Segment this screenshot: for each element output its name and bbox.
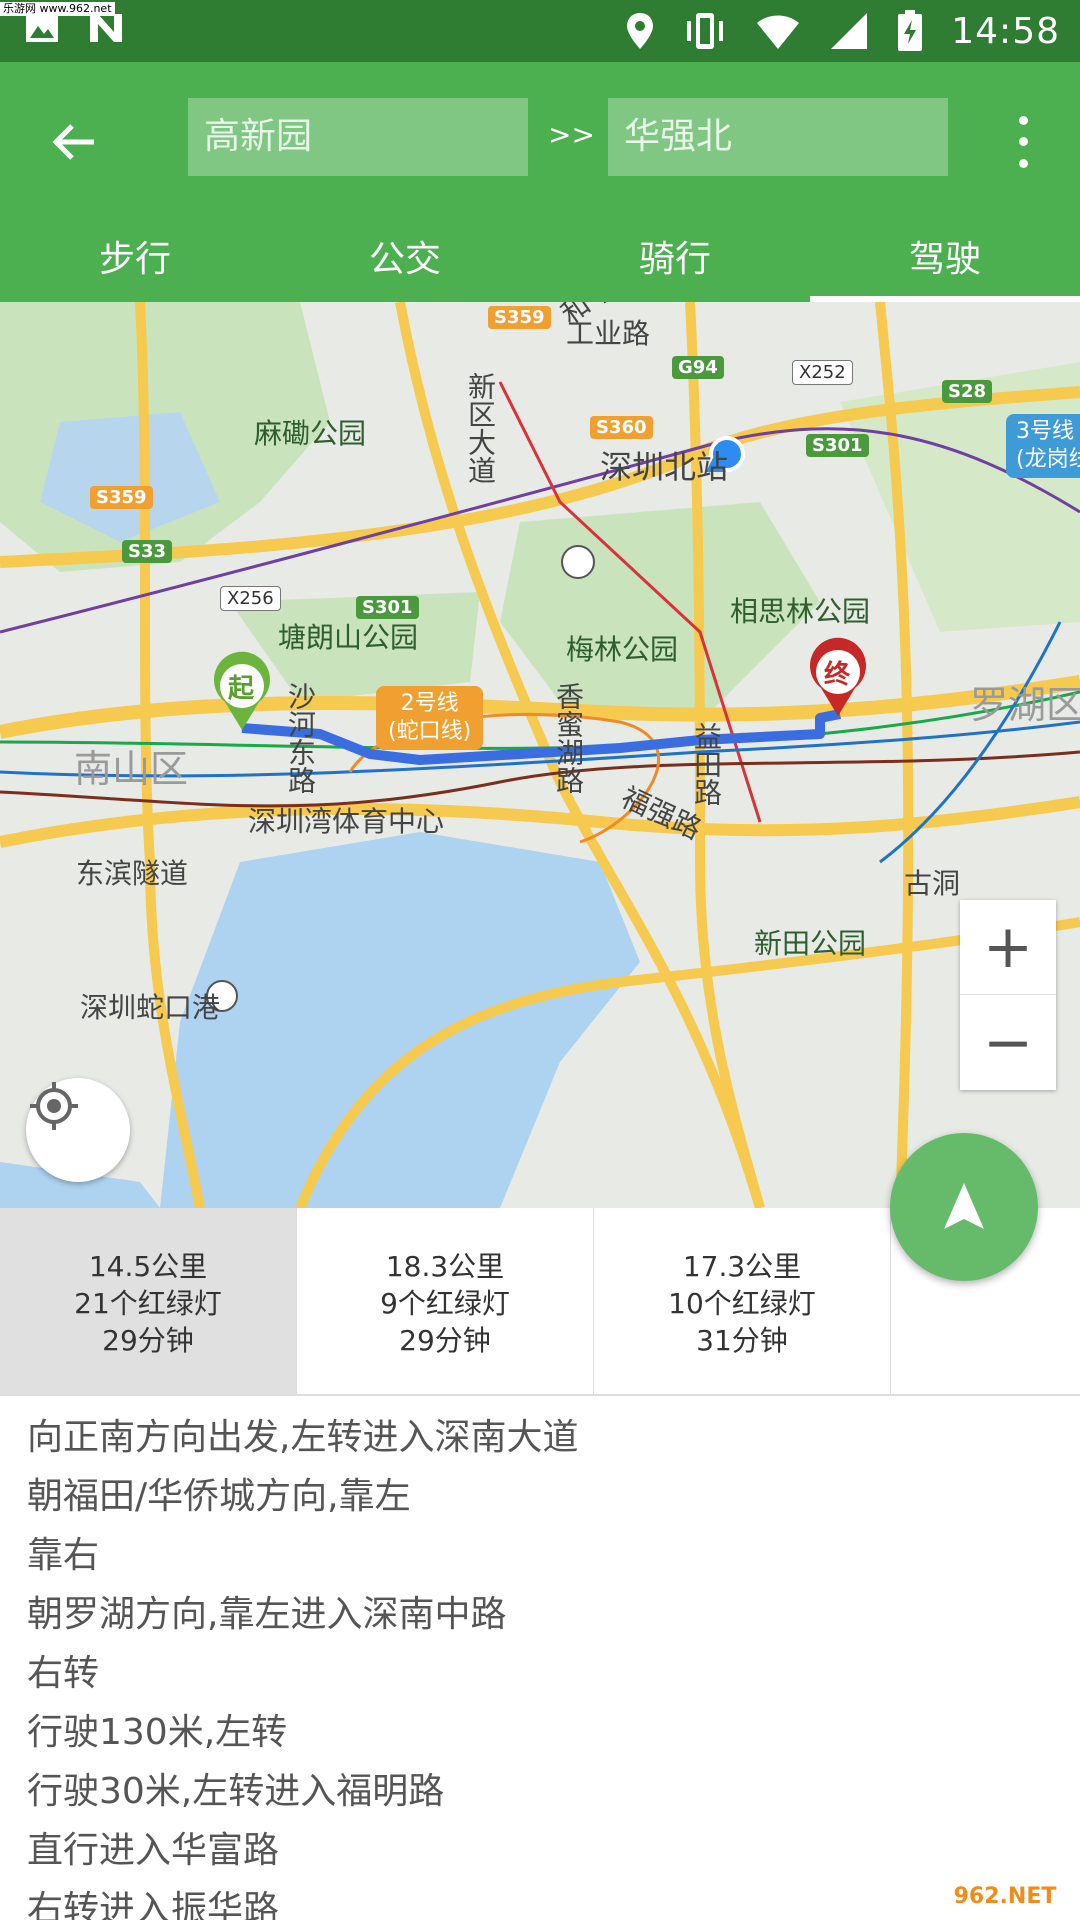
shield-x252: X252 bbox=[792, 360, 853, 385]
image-icon bbox=[26, 14, 58, 42]
back-arrow-icon bbox=[52, 124, 94, 160]
shield-s360: S360 bbox=[590, 416, 653, 439]
start-navigation-button[interactable] bbox=[890, 1133, 1038, 1281]
dot-icon bbox=[1018, 137, 1028, 147]
tab-drive[interactable]: 驾驶 bbox=[810, 228, 1080, 302]
shield-s301a: S301 bbox=[806, 434, 869, 457]
shield-g94: G94 bbox=[672, 356, 724, 379]
my-location-button[interactable] bbox=[26, 1078, 130, 1182]
route-lights: 9个红绿灯 bbox=[380, 1287, 510, 1320]
direction-step: 直行进入华富路 bbox=[27, 1830, 280, 1871]
route-time: 31分钟 bbox=[696, 1324, 788, 1357]
n-icon bbox=[90, 14, 122, 42]
vibrate-icon bbox=[687, 13, 724, 49]
road-xiangmi-lake: 香蜜湖路 bbox=[552, 682, 585, 794]
destination-input[interactable]: 华强北 bbox=[608, 98, 948, 176]
metro-line3-label: 3号线 (龙岗线) bbox=[1006, 414, 1080, 478]
poi-meilin-park[interactable]: 梅林公园 bbox=[566, 628, 678, 668]
direction-step: 朝福田/华侨城方向,靠左 bbox=[27, 1476, 411, 1517]
navigation-arrow-icon bbox=[944, 1183, 984, 1229]
poi-tanglangshan-park[interactable]: 塘朗山公园 bbox=[278, 616, 418, 656]
poi-bay-stadium[interactable]: 深圳湾体育中心 bbox=[248, 800, 444, 840]
tab-bus[interactable]: 公交 bbox=[270, 228, 540, 302]
shield-s33: S33 bbox=[122, 540, 173, 563]
signal-icon bbox=[831, 13, 868, 49]
location-icon bbox=[627, 13, 654, 49]
poi-maluan-park[interactable]: 麻磡公园 bbox=[254, 412, 366, 452]
place-gudong: 古洞 bbox=[904, 867, 961, 900]
route-separator: >> bbox=[548, 118, 595, 151]
poi-dongbin-tunnel: 东滨隧道 bbox=[76, 857, 189, 890]
status-bar: 乐游网 www.962.net 14:58 bbox=[0, 0, 1080, 62]
shield-s28: S28 bbox=[942, 380, 993, 403]
crosshair-icon bbox=[30, 1082, 78, 1130]
direction-steps: 向正南方向出发,左转进入深南大道 朝福田/华侨城方向,靠左 靠右 朝罗湖方向,靠… bbox=[0, 1396, 1080, 1920]
route-option-1[interactable]: 14.5公里 21个红绿灯 29分钟 bbox=[0, 1208, 297, 1394]
direction-step: 右转进入振华路 bbox=[27, 1889, 280, 1920]
direction-step: 靠右 bbox=[27, 1535, 100, 1576]
route-time: 29分钟 bbox=[399, 1324, 491, 1357]
station-shenzhen-north[interactable]: 深圳北站 bbox=[600, 442, 728, 488]
dot-icon bbox=[1018, 158, 1028, 168]
route-distance: 18.3公里 bbox=[385, 1250, 505, 1283]
metro-line2-label: 2号线 (蛇口线) bbox=[376, 686, 484, 750]
zoom-out-button[interactable]: − bbox=[960, 995, 1056, 1090]
tab-bike[interactable]: 骑行 bbox=[540, 228, 810, 302]
shield-x256: X256 bbox=[220, 586, 281, 611]
tab-walk[interactable]: 步行 bbox=[0, 228, 270, 302]
zoom-in-button[interactable]: + bbox=[960, 900, 1056, 995]
shield-s359b: S359 bbox=[90, 486, 153, 509]
route-lights: 10个红绿灯 bbox=[668, 1287, 816, 1320]
road-xinqu-avenue: 新区大道 bbox=[464, 372, 497, 484]
origin-input[interactable]: 高新园 bbox=[188, 98, 528, 176]
map-view[interactable]: 麻磡公园 深圳北站 塘朗山公园 梅林公园 相思林公园 南山区 罗湖区 深圳湾体育… bbox=[0, 302, 1080, 1208]
wifi-icon bbox=[757, 15, 800, 49]
battery-charging-icon bbox=[898, 10, 923, 51]
district-nanshan: 南山区 bbox=[74, 747, 189, 791]
direction-step: 行驶30米,左转进入福明路 bbox=[27, 1771, 445, 1812]
route-time: 29分钟 bbox=[102, 1324, 194, 1357]
direction-step: 向正南方向出发,左转进入深南大道 bbox=[27, 1417, 579, 1458]
road-shahe-east: 沙河东路 bbox=[284, 682, 317, 794]
zoom-controls: + − bbox=[960, 900, 1056, 1090]
route-distance: 14.5公里 bbox=[88, 1250, 208, 1283]
direction-step: 朝罗湖方向,靠左进入深南中路 bbox=[27, 1594, 507, 1635]
back-button[interactable] bbox=[44, 112, 104, 172]
direction-step: 行驶130米,左转 bbox=[27, 1712, 288, 1753]
route-option-3[interactable]: 17.3公里 10个红绿灯 31分钟 bbox=[594, 1208, 891, 1394]
dot-icon bbox=[1018, 116, 1028, 126]
shield-s301b: S301 bbox=[356, 596, 419, 619]
start-marker-label: 起 bbox=[228, 674, 255, 704]
route-distance: 17.3公里 bbox=[682, 1250, 802, 1283]
route-option-2[interactable]: 18.3公里 9个红绿灯 29分钟 bbox=[297, 1208, 594, 1394]
route-lights: 21个红绿灯 bbox=[74, 1287, 222, 1320]
clock: 14:58 bbox=[951, 10, 1060, 52]
watermark-bottom: 962.NET bbox=[940, 1876, 1070, 1916]
poi-xintian-park[interactable]: 新田公园 bbox=[754, 922, 866, 962]
mode-tabs: 步行 公交 骑行 驾驶 bbox=[0, 228, 1080, 302]
app-bar: 高新园 >> 华强北 步行 公交 骑行 驾驶 bbox=[0, 62, 1080, 302]
poi-shekou-port[interactable]: 深圳蛇口港 bbox=[80, 986, 220, 1026]
shield-s359a: S359 bbox=[488, 306, 551, 329]
direction-step: 右转 bbox=[27, 1653, 100, 1694]
end-marker-label: 终 bbox=[824, 660, 851, 690]
district-luohu: 罗湖区 bbox=[970, 683, 1080, 727]
poi-xiangsilin-park[interactable]: 相思林公园 bbox=[730, 590, 870, 630]
road-yitian: 益田路 bbox=[690, 722, 723, 806]
overflow-menu-button[interactable] bbox=[1008, 110, 1038, 174]
